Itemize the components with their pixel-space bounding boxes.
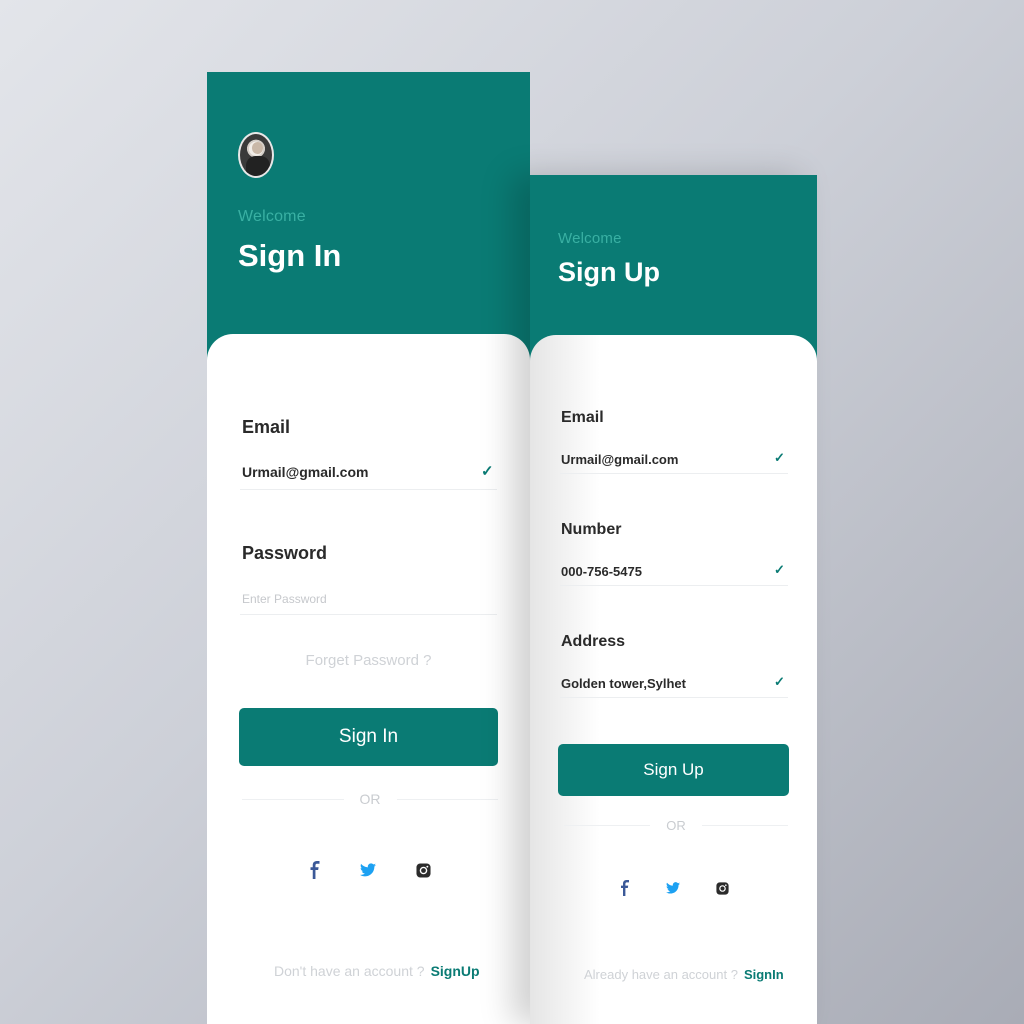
signin-link[interactable]: SignIn bbox=[744, 967, 784, 982]
signup-form-card: Email Urmail@gmail.com ✓ Number 000-756-… bbox=[530, 335, 817, 1024]
divider-line-right bbox=[701, 825, 788, 826]
twitter-icon[interactable] bbox=[662, 877, 684, 899]
facebook-icon[interactable] bbox=[303, 858, 327, 882]
avatar-body bbox=[246, 156, 270, 176]
check-icon: ✓ bbox=[481, 463, 494, 480]
check-icon: ✓ bbox=[774, 674, 785, 689]
instagram-icon[interactable] bbox=[411, 858, 435, 882]
sign-in-button[interactable]: Sign In bbox=[239, 708, 498, 766]
or-text: OR bbox=[359, 791, 381, 807]
signup-screen: Welcome Sign Up Email Urmail@gmail.com ✓… bbox=[530, 175, 817, 1024]
or-divider: OR bbox=[564, 818, 788, 833]
address-underline bbox=[560, 697, 788, 698]
signin-form-card: Email Urmail@gmail.com ✓ Password Enter … bbox=[207, 334, 530, 1024]
divider-line-right bbox=[396, 798, 498, 800]
avatar[interactable] bbox=[238, 132, 274, 178]
password-label: Password bbox=[242, 543, 328, 563]
page-title: Sign In bbox=[238, 238, 342, 273]
divider-line-left bbox=[242, 798, 344, 800]
email-label: Email bbox=[561, 409, 604, 426]
page-title: Sign Up bbox=[558, 257, 660, 287]
signin-screen: Welcome Sign In Email Urmail@gmail.com ✓… bbox=[207, 72, 530, 1024]
email-underline bbox=[240, 489, 497, 490]
signin-prompt: Already have an account ? SignIn bbox=[584, 967, 784, 982]
avatar-head bbox=[252, 142, 263, 154]
email-underline bbox=[560, 473, 788, 474]
signup-prompt: Don't have an account ? SignUp bbox=[274, 963, 480, 979]
signin-prompt-text: Already have an account ? bbox=[584, 967, 738, 982]
address-label: Address bbox=[561, 633, 626, 650]
instagram-icon[interactable] bbox=[711, 877, 733, 899]
address-field[interactable]: Golden tower,Sylhet bbox=[561, 676, 686, 691]
number-field[interactable]: 000-756-5475 bbox=[561, 564, 642, 579]
welcome-text: Welcome bbox=[558, 230, 622, 247]
welcome-text: Welcome bbox=[238, 208, 306, 225]
sign-up-button[interactable]: Sign Up bbox=[558, 744, 789, 796]
twitter-icon[interactable] bbox=[356, 858, 380, 882]
email-field[interactable]: Urmail@gmail.com bbox=[242, 464, 368, 480]
signup-link[interactable]: SignUp bbox=[431, 963, 480, 979]
forgot-password-link[interactable]: Forget Password ? bbox=[207, 652, 530, 669]
number-underline bbox=[560, 585, 788, 586]
or-text: OR bbox=[666, 818, 686, 833]
divider-line-left bbox=[564, 825, 651, 826]
check-icon: ✓ bbox=[774, 562, 785, 577]
or-divider: OR bbox=[242, 791, 498, 807]
check-icon: ✓ bbox=[774, 450, 785, 465]
signup-prompt-text: Don't have an account ? bbox=[274, 963, 425, 979]
facebook-icon[interactable] bbox=[614, 877, 636, 899]
password-field[interactable]: Enter Password bbox=[242, 592, 327, 606]
number-label: Number bbox=[561, 521, 622, 538]
email-field[interactable]: Urmail@gmail.com bbox=[561, 452, 678, 467]
password-underline bbox=[240, 614, 497, 615]
email-label: Email bbox=[242, 417, 291, 437]
